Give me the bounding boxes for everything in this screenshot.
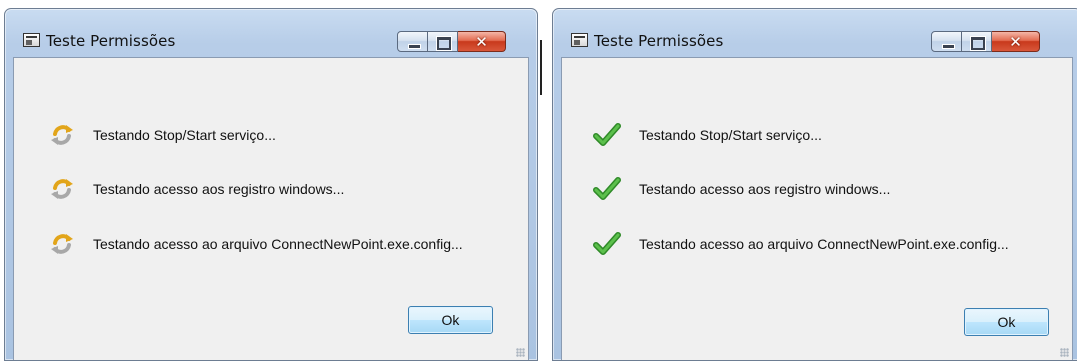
- app-window-icon: [571, 33, 588, 47]
- minimize-icon: [942, 44, 955, 49]
- close-icon: ✕: [1009, 33, 1022, 51]
- refresh-icon: [51, 179, 73, 199]
- title-bar[interactable]: Teste Permissões ✕: [553, 9, 1077, 57]
- close-icon: ✕: [475, 33, 488, 51]
- maximize-button[interactable]: [428, 31, 458, 52]
- checkmark-icon: [593, 177, 621, 200]
- test-item-label: Testando Stop/Start serviço...: [93, 127, 276, 143]
- permissions-dialog-completed: Teste Permissões ✕ Testando Stop/Start s…: [552, 8, 1077, 361]
- minimize-button[interactable]: [931, 31, 962, 52]
- minimize-icon: [408, 44, 421, 49]
- minimize-button[interactable]: [397, 31, 428, 52]
- test-item-service: Testando Stop/Start serviço...: [562, 121, 1072, 153]
- window-title: Teste Permissões: [46, 32, 176, 50]
- checkmark-icon: [593, 123, 621, 146]
- window-title: Teste Permissões: [594, 32, 724, 50]
- test-item-registry: Testando acesso aos registro windows...: [562, 175, 1072, 207]
- close-button[interactable]: ✕: [992, 31, 1040, 52]
- refresh-icon: [51, 234, 73, 254]
- test-item-label: Testando Stop/Start serviço...: [639, 127, 822, 143]
- ok-button[interactable]: Ok: [408, 306, 493, 334]
- maximize-button[interactable]: [962, 31, 992, 52]
- test-item-registry: Testando acesso aos registro windows...: [14, 175, 528, 207]
- permissions-dialog-in-progress: Teste Permissões ✕ Testando Stop/Start s…: [4, 8, 538, 361]
- maximize-icon: [971, 37, 985, 50]
- refresh-icon: [51, 125, 73, 145]
- test-item-label: Testando acesso aos registro windows...: [639, 181, 891, 197]
- checkmark-icon: [593, 232, 621, 255]
- resize-grip[interactable]: [516, 348, 525, 357]
- close-button[interactable]: ✕: [458, 31, 506, 52]
- test-item-label: Testando acesso aos registro windows...: [93, 181, 345, 197]
- divider: [540, 40, 542, 95]
- test-item-label: Testando acesso ao arquivo ConnectNewPoi…: [639, 236, 1009, 252]
- test-item-config-file: Testando acesso ao arquivo ConnectNewPoi…: [14, 230, 528, 262]
- app-window-icon: [23, 33, 40, 47]
- test-item-config-file: Testando acesso ao arquivo ConnectNewPoi…: [562, 230, 1072, 262]
- dialog-body: Testando Stop/Start serviço... Testando …: [561, 57, 1073, 360]
- title-bar[interactable]: Teste Permissões ✕: [5, 9, 537, 57]
- dialog-body: Testando Stop/Start serviço... Testando …: [13, 57, 529, 360]
- ok-button[interactable]: Ok: [964, 308, 1049, 336]
- caption-buttons: ✕: [931, 31, 1040, 54]
- test-item-label: Testando acesso ao arquivo ConnectNewPoi…: [93, 236, 463, 252]
- test-item-service: Testando Stop/Start serviço...: [14, 121, 528, 153]
- caption-buttons: ✕: [397, 31, 506, 54]
- maximize-icon: [437, 37, 451, 50]
- resize-grip[interactable]: [1060, 348, 1069, 357]
